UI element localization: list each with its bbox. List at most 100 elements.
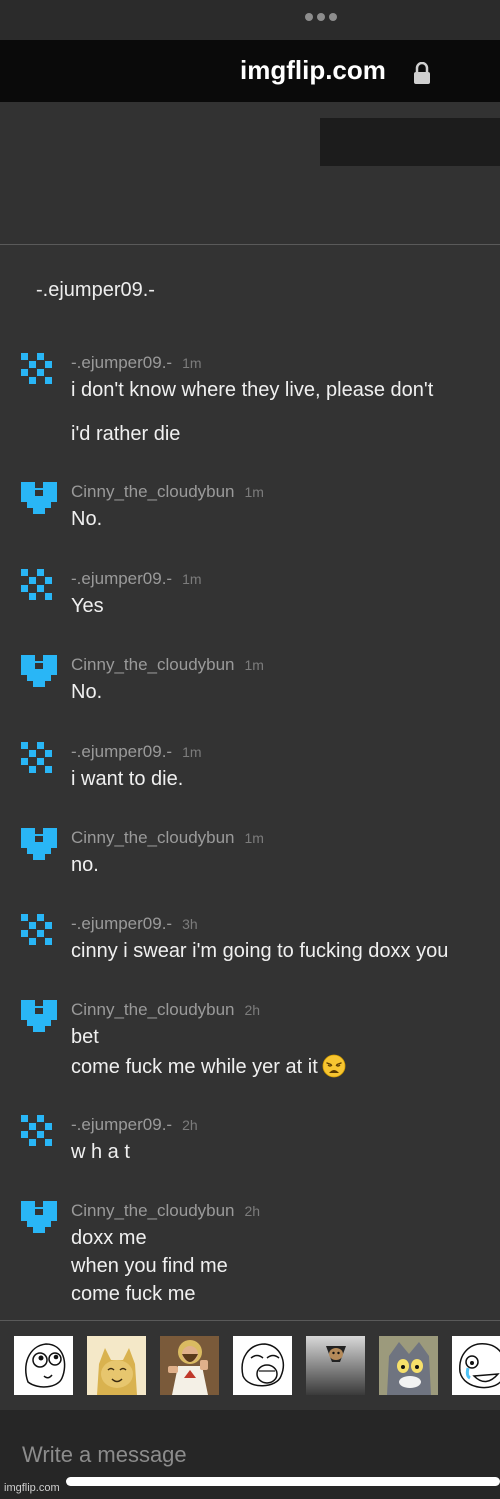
header-dark-panel [320,118,500,166]
message-item: Cinny_the_cloudybun 2h doxx me when you fin… [0,1201,500,1305]
message-username[interactable]: -.ejumper09.- 1m [71,353,202,373]
message-text: i don't know where they live, please don… [71,379,433,402]
pixel-x-avatar[interactable] [21,353,57,389]
unsettled-tom-meme[interactable] [379,1336,438,1395]
address-url[interactable]: imgflip.com [240,55,386,86]
pixel-heart-avatar[interactable] [21,1000,57,1036]
lol-rage-face-meme[interactable] [233,1336,292,1395]
message-time: 1m [244,657,264,673]
message-text: i'd rather die [71,423,180,446]
pixel-x-avatar[interactable] [21,569,57,605]
message-time: 1m [244,830,264,846]
chat-title: -.ejumper09.- [36,279,155,301]
pixel-x-avatar-icon [21,914,52,945]
more-options-icon[interactable] [305,13,337,21]
username-text[interactable]: Cinny_the_cloudybun [71,1000,235,1019]
username-text[interactable]: -.ejumper09.- [71,742,172,761]
message-text: No. [71,681,102,704]
watermark: imgflip.com [4,1482,60,1494]
happy-cry-face-meme[interactable] [452,1336,500,1395]
message-text-content: i want to die. [71,768,184,790]
message-item: -.ejumper09.- 2h w h a t [0,1115,500,1195]
message-text: w h a t [71,1141,130,1164]
message-time: 1m [182,355,202,371]
message-text-content: No. [71,508,103,530]
username-text[interactable]: Cinny_the_cloudybun [71,655,235,674]
pixel-heart-avatar-icon [21,828,57,860]
message-item: Cinny_the_cloudybun 1m No. [0,655,500,735]
pixel-heart-avatar-icon [21,1000,57,1032]
message-text: come fuck me while yer at it [71,1054,346,1079]
pixel-heart-avatar[interactable] [21,1201,57,1237]
message-username[interactable]: -.ejumper09.- 1m [71,569,202,589]
message-text-content: no. [71,854,99,876]
divider [0,244,500,245]
browser-top-bar [0,0,500,40]
username-text[interactable]: -.ejumper09.- [71,353,172,372]
derp-face-meme[interactable] [14,1336,73,1395]
message-item: Cinny_the_cloudybun 1m no. [0,828,500,908]
message-username[interactable]: -.ejumper09.- 1m [71,742,202,762]
message-text: No. [71,508,102,531]
username-text[interactable]: Cinny_the_cloudybun [71,1201,235,1220]
weary-face-emoji [322,1054,346,1078]
message-text-content: come fuck me while yer at it [71,1056,318,1078]
message-time: 1m [244,484,264,500]
buddy-christ-meme[interactable] [160,1336,219,1395]
smiling-cat-meme[interactable] [87,1336,146,1395]
pixel-heart-avatar[interactable] [21,655,57,691]
message-text-content: doxx me [71,1227,147,1249]
pixel-heart-avatar[interactable] [21,828,57,864]
lock-icon [414,62,430,84]
pixel-x-avatar[interactable] [21,742,57,778]
pixel-x-avatar[interactable] [21,914,57,950]
message-username[interactable]: -.ejumper09.- 3h [71,914,198,934]
pixel-heart-avatar[interactable] [21,482,57,518]
message-text: when you find me [71,1255,228,1278]
pixel-x-avatar-icon [21,742,52,773]
message-input[interactable]: Write a message [22,1442,187,1468]
pixel-x-avatar[interactable] [21,1115,57,1151]
username-text[interactable]: Cinny_the_cloudybun [71,482,235,501]
message-text: Yes [71,595,104,618]
pixel-x-avatar-icon [21,353,52,384]
message-item: -.ejumper09.- 3h cinny i swear i'm going t… [0,914,500,994]
message-item: Cinny_the_cloudybun 2h bet come fuck me whi… [0,1000,500,1080]
pixel-heart-avatar-icon [21,1201,57,1233]
message-time: 2h [182,1117,198,1133]
pixel-x-avatar-icon [21,569,52,600]
message-text-content: i don't know where they live, please don… [71,379,434,401]
message-text: come fuck me [71,1283,195,1306]
username-text[interactable]: -.ejumper09.- [71,914,172,933]
message-time: 2h [244,1002,261,1018]
message-username[interactable]: Cinny_the_cloudybun 1m [71,655,264,675]
message-text-content: Yes [71,595,104,617]
message-text: no. [71,854,99,877]
message-text: cinny i swear i'm going to fucking doxx … [71,940,448,963]
pixel-heart-avatar-icon [21,482,57,514]
message-item: Cinny_the_cloudybun 1m No. [0,482,500,562]
message-username[interactable]: Cinny_the_cloudybun 2h [71,1000,260,1020]
message-username[interactable]: Cinny_the_cloudybun 2h [71,1201,260,1221]
message-username[interactable]: Cinny_the_cloudybun 1m [71,828,264,848]
message-username[interactable]: Cinny_the_cloudybun 1m [71,482,264,502]
username-text[interactable]: Cinny_the_cloudybun [71,828,235,847]
message-text-content: No. [71,681,103,703]
message-item: -.ejumper09.- 1m i want to die. [0,742,500,822]
ceiling-cat-meme[interactable] [306,1336,365,1395]
message-username[interactable]: -.ejumper09.- 2h [71,1115,198,1135]
username-text[interactable]: -.ejumper09.- [71,569,172,588]
message-text-content: i'd rather die [71,423,181,445]
message-text-content: w h a t [71,1141,130,1163]
message-text-content: cinny i swear i'm going to fucking doxx … [71,940,449,962]
message-time: 2h [244,1203,261,1219]
message-text: i want to die. [71,768,183,791]
scrollbar[interactable] [66,1477,500,1486]
message-text: bet [71,1026,99,1049]
message-time: 1m [182,744,202,760]
message-text-content: bet [71,1026,99,1048]
pixel-x-avatar-icon [21,1115,52,1146]
message-text-content: when you find me [71,1255,228,1277]
message-item: -.ejumper09.- 1m i don't know where they l… [0,353,500,445]
username-text[interactable]: -.ejumper09.- [71,1115,172,1134]
